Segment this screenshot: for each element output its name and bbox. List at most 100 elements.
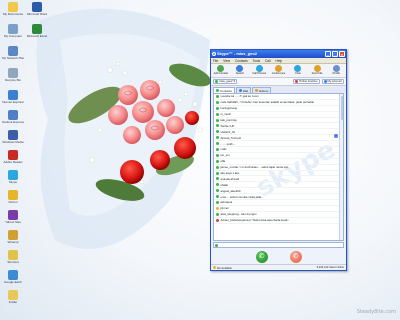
toolbar-button-label: Search <box>235 72 245 75</box>
contact-status-icon <box>216 183 219 187</box>
desktop-icon-label: Skype <box>8 181 18 184</box>
contact-name: youtube ka ......!!! gak ke zoom <box>220 94 259 99</box>
close-button[interactable]: × <box>339 51 345 57</box>
menu-item[interactable]: Call <box>265 58 271 63</box>
desktop-icon[interactable]: Folder <box>2 290 24 314</box>
contact-status-icon <box>216 195 219 199</box>
contact-name: ni_mech <box>220 112 232 117</box>
desktop-icon-label: Folder <box>8 301 18 304</box>
toolbar-button-label: Profile <box>332 72 340 75</box>
contact-name: effa <box>220 159 226 164</box>
contact-name: ien_em <box>220 153 230 158</box>
call-button[interactable]: ✆ <box>255 250 268 263</box>
menu-item[interactable]: Tools <box>253 58 260 63</box>
contact-status-icon <box>216 94 219 98</box>
window-title: Skype™ - miss_geo2 <box>217 51 258 56</box>
desktop-app-icon <box>8 290 18 300</box>
contact-name: jimmer <box>220 206 229 211</box>
my-account-button[interactable]: My Account <box>321 79 344 84</box>
wallpaper-watermark: Steady8ite.com <box>356 309 396 315</box>
contact-status-icon <box>216 142 219 146</box>
skype-titlebar[interactable]: Skype™ - miss_geo2 – □ × <box>211 50 346 58</box>
online-inactive-button[interactable]: Online Inactive <box>293 79 320 84</box>
desktop-app-icon <box>8 130 18 140</box>
contact-name: aww_kingkong.. aku di prgun <box>220 212 257 217</box>
desktop-icon-label: Microsoft Word <box>26 13 48 16</box>
contact-list-scrollbar[interactable] <box>339 94 343 240</box>
minimize-button[interactable]: – <box>325 51 331 57</box>
desktop-icon-label: Norton <box>8 201 18 204</box>
desktop-icon[interactable]: My Computer <box>2 24 24 48</box>
toolbar-button[interactable]: Add Contact <box>214 65 228 77</box>
contact-status-icon <box>216 118 219 122</box>
users-online-count: 5,222,412 Users Online <box>316 266 344 269</box>
contact-status-icon <box>216 153 219 157</box>
contact-name: angela_alee200 <box>220 188 241 193</box>
username-label: miss_geo2 <box>219 79 233 84</box>
desktop-icon[interactable]: My Documents <box>2 2 24 26</box>
contact-name: Adnan_hisham(syamsu) <Nafsu bisa atau ib… <box>220 218 289 223</box>
menu-item[interactable]: Contacts <box>235 58 248 63</box>
desktop-app-icon <box>8 150 18 160</box>
user-status-selector[interactable]: miss_geo2 ▾ <box>213 79 237 84</box>
contact-status-icon <box>216 206 219 210</box>
toolbar-button[interactable]: Conference <box>271 65 285 77</box>
menu-item[interactable]: View <box>223 58 230 63</box>
toolbar-button[interactable]: Chat <box>291 65 305 77</box>
scrollbar-thumb[interactable] <box>340 96 343 120</box>
toolbar-button-label: Chat <box>295 72 301 75</box>
contact-status-icon <box>216 189 219 193</box>
availability-label: Not Available <box>216 266 232 270</box>
desktop-icon-label: Internet Explorer <box>2 101 24 104</box>
desktop-app-icon <box>8 270 18 280</box>
desktop-app-icon <box>8 24 18 34</box>
contact-name: jamee_muzak / i ni donhunian.... sebut t… <box>220 165 289 170</box>
contact-status-icon <box>216 200 219 204</box>
phone-number-input[interactable] <box>219 243 339 247</box>
contact-name: maki <box>220 147 227 152</box>
toolbar-button[interactable]: Call Phones <box>252 65 266 77</box>
desktop-icon-label: Recycle Bin <box>5 79 21 82</box>
menu-item[interactable]: File <box>213 58 218 63</box>
maximize-button[interactable]: □ <box>332 51 338 57</box>
contact-name: kucingpinang <box>220 106 237 111</box>
desktop-icon[interactable]: Microsoft Excel <box>26 24 48 48</box>
contact-list: skype youtube ka ......!!! gak ke zoom co… <box>213 93 344 241</box>
chevron-right-icon[interactable]: › <box>334 134 338 138</box>
desktop-icon-area: My Documents Microsoft Word My Computer Mic… <box>2 2 50 304</box>
toolbar-button[interactable]: Search <box>233 65 247 77</box>
desktop-icon-label: My Computer <box>3 35 22 38</box>
desktop-icon[interactable]: My Network Places <box>2 46 24 70</box>
contact-name: kak_ponti lay <box>220 118 237 122</box>
tab-icon <box>255 89 259 92</box>
toolbar-button-label: Call Phones <box>252 72 267 75</box>
hangup-button[interactable]: ✆ <box>289 250 302 263</box>
contact-name: Ahmad_Termedi <box>220 135 241 140</box>
chevron-down-icon: ▾ <box>233 79 235 84</box>
toolbar-button[interactable]: Profile <box>329 65 343 77</box>
toolbar-icon <box>313 65 321 72</box>
toolbar-button[interactable]: Send File <box>310 65 324 77</box>
contact-row[interactable]: Adnan_hisham(syamsu) <Nafsu bisa atau ib… <box>214 218 343 224</box>
contact-name: code fadhillah, <Youtube> kan kesenian a… <box>220 100 315 105</box>
desktop-app-icon <box>8 170 18 180</box>
menu-item[interactable]: Help <box>276 58 283 63</box>
desktop-app-icon <box>32 2 42 12</box>
desktop-icon-label: Windows Media <box>2 141 24 144</box>
toolbar-icon <box>255 65 263 72</box>
desktop-icon-label: Winamp <box>7 241 19 244</box>
desktop-icon[interactable]: Recycle Bin <box>2 68 24 92</box>
online-status-icon <box>215 80 218 83</box>
contact-name: aku kaya 1 aku <box>220 171 240 176</box>
desktop-app-icon <box>8 190 18 200</box>
contact-name: ema.... sebut menuka muka jada... <box>220 194 264 199</box>
tab-bar: Contacts Dial History <box>211 86 346 93</box>
contact-name: ananda ahmad <box>220 176 240 181</box>
contact-status-icon <box>216 136 219 140</box>
contact-status-icon <box>216 124 219 128</box>
phone-number-field[interactable] <box>213 242 344 248</box>
availability-status[interactable]: Not Available <box>213 265 232 270</box>
contact-status-icon <box>216 130 219 134</box>
contact-status-icon <box>216 165 219 169</box>
desktop-icon[interactable]: Microsoft Word <box>26 2 48 26</box>
